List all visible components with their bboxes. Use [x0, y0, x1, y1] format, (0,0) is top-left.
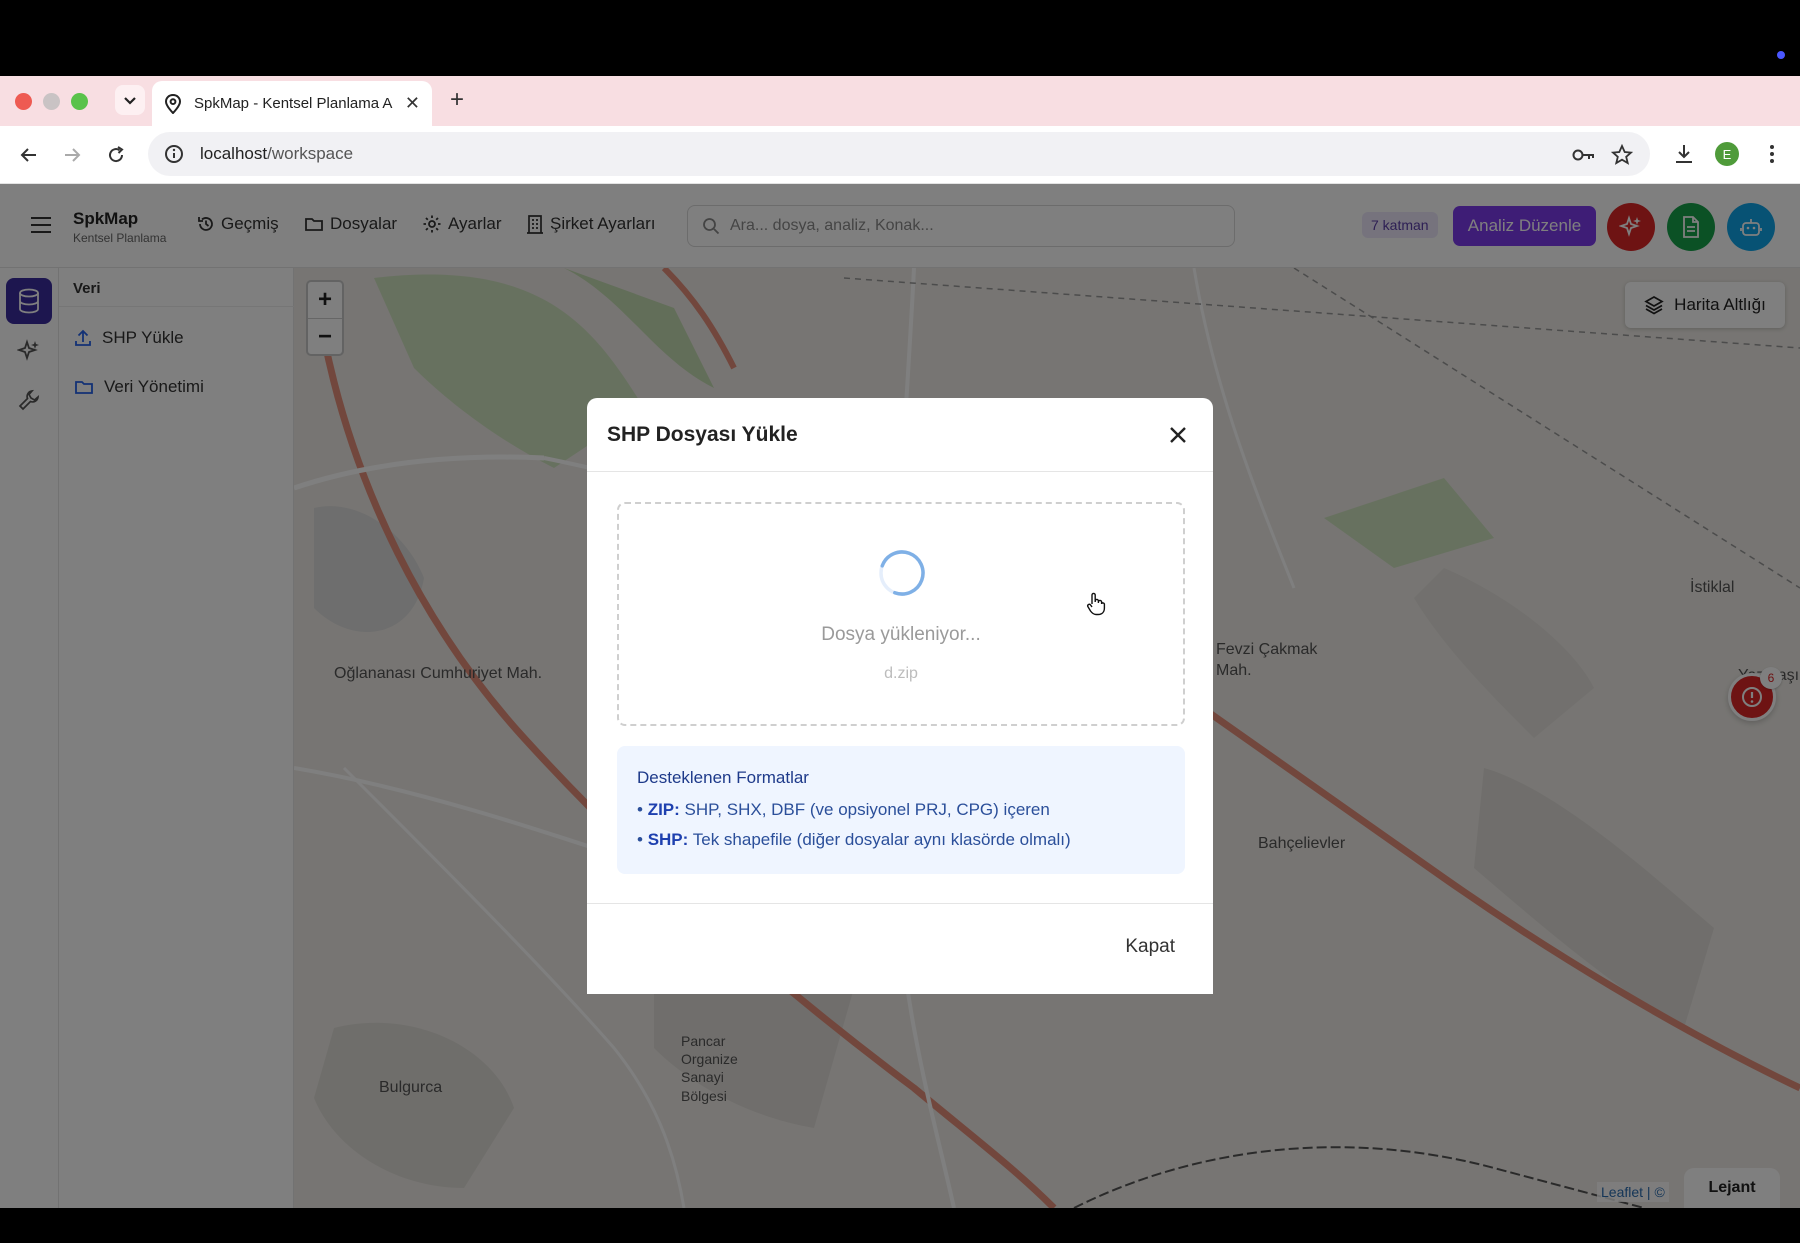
- format-item-zip: • ZIP: SHP, SHX, DBF (ve opsiyonel PRJ, …: [637, 800, 1050, 819]
- address-url: localhost/workspace: [200, 144, 354, 163]
- chevron-down-icon: [124, 97, 136, 105]
- site-info-icon: [165, 145, 183, 163]
- formats-title: Desteklenen Formatlar: [637, 768, 809, 787]
- reload-icon: [109, 146, 124, 163]
- hand-cursor-icon: [1087, 592, 1106, 616]
- tab-title: SpkMap - Kentsel Planlama A: [194, 95, 393, 112]
- screen: SpkMap - Kentsel Planlama A ✕ + localhos…: [0, 0, 1800, 1243]
- close-button[interactable]: Kapat: [1125, 936, 1175, 958]
- back-button[interactable]: [16, 142, 42, 168]
- modal-title: SHP Dosyası Yükle: [607, 422, 798, 446]
- close-icon: [1170, 426, 1186, 443]
- download-icon[interactable]: [1673, 143, 1695, 165]
- new-tab-button[interactable]: +: [450, 86, 464, 114]
- forward-button[interactable]: [59, 142, 85, 168]
- upload-status: Dosya yükleniyor...: [821, 624, 981, 645]
- bookmark-star-icon[interactable]: [1611, 144, 1633, 166]
- tab-close-icon[interactable]: ✕: [405, 93, 420, 114]
- loading-spinner-icon: [879, 550, 925, 596]
- app: SpkMap Kentsel Planlama Geçmiş Dosyalar …: [0, 184, 1800, 1208]
- top-bezel: [0, 0, 1800, 76]
- tab-search-button[interactable]: [115, 85, 145, 115]
- upload-filename: d.zip: [884, 665, 918, 682]
- modal-header: SHP Dosyası Yükle: [587, 398, 1213, 472]
- browser-toolbar: localhost/workspace E: [0, 126, 1800, 184]
- bottom-bezel: [0, 1208, 1800, 1243]
- format-item-shp: • SHP: Tek shapefile (diğer dosyalar ayn…: [637, 830, 1071, 849]
- key-icon[interactable]: [1572, 146, 1596, 164]
- browser-tabbar: SpkMap - Kentsel Planlama A ✕ +: [0, 76, 1800, 126]
- more-vert-icon[interactable]: [1765, 144, 1779, 164]
- location-pin-icon: [164, 93, 182, 114]
- recording-indicator: [1777, 51, 1785, 59]
- arrow-left-icon: [20, 148, 36, 162]
- window-minimize-button[interactable]: [43, 93, 60, 110]
- modal-footer: Kapat: [587, 903, 1213, 994]
- profile-avatar[interactable]: E: [1715, 142, 1739, 166]
- window-maximize-button[interactable]: [71, 93, 88, 110]
- upload-modal: SHP Dosyası Yükle Dosya yükleniyor... d.…: [587, 398, 1213, 994]
- arrow-right-icon: [65, 148, 81, 162]
- reload-button[interactable]: [103, 142, 129, 168]
- window-close-button[interactable]: [15, 93, 32, 110]
- browser-tab[interactable]: SpkMap - Kentsel Planlama A ✕: [152, 81, 432, 126]
- address-bar[interactable]: localhost/workspace: [148, 132, 1650, 176]
- supported-formats-box: Desteklenen Formatlar • ZIP: SHP, SHX, D…: [617, 746, 1185, 874]
- modal-close-button[interactable]: [1163, 420, 1193, 450]
